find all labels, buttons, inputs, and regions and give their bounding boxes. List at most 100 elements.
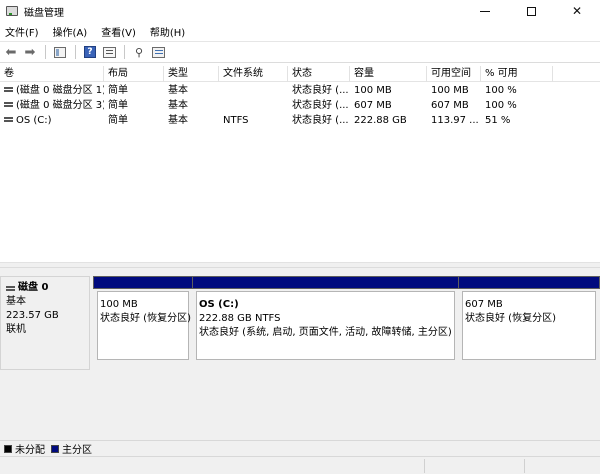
layout-cell: 简单 (108, 85, 128, 96)
primary-partition-swatch (51, 444, 59, 453)
rescan-disks-icon: ⚲ (134, 45, 144, 59)
back-button[interactable]: ⬅ (3, 44, 19, 60)
layout-cell: 简单 (108, 100, 128, 111)
disk-state: 联机 (6, 324, 26, 335)
forward-arrow-icon: ➡ (24, 44, 36, 60)
legend-unallocated: 未分配 (15, 445, 45, 456)
type-cell: 基本 (168, 85, 188, 96)
volume-icon (4, 87, 13, 92)
partition-recovery-1[interactable]: 100 MB 状态良好 (恢复分区) (93, 276, 193, 360)
partition-body: 100 MB 状态良好 (恢复分区) (97, 291, 191, 360)
maximize-button[interactable] (508, 0, 554, 22)
disk-size: 223.57 GB (6, 310, 59, 321)
partition-status: 状态良好 (系统, 启动, 页面文件, 活动, 故障转储, 主分区) (199, 327, 452, 338)
menu-bar: 文件(F) 操作(A) 查看(V) 帮助(H) (0, 23, 600, 40)
disk-icon (6, 285, 15, 291)
disk-type: 基本 (6, 296, 26, 307)
volume-name: (磁盘 0 磁盘分区 3) (16, 100, 104, 111)
partition-os-c[interactable]: OS (C:) 222.88 GB NTFS 状态良好 (系统, 启动, 页面文… (192, 276, 459, 360)
column-header-filesystem[interactable]: 文件系统 (219, 66, 288, 82)
disk-name: 磁盘 0 (18, 282, 49, 293)
volume-icon (4, 117, 13, 122)
volume-cell: (磁盘 0 磁盘分区 1) (0, 83, 104, 98)
capacity-cell: 607 MB (354, 100, 392, 111)
column-header-type[interactable]: 类型 (164, 66, 219, 82)
disk-management-icon (6, 6, 18, 16)
filesystem-cell: NTFS (223, 115, 249, 126)
properties-button[interactable] (101, 44, 117, 60)
close-button[interactable]: ✕ (554, 0, 600, 22)
filesystem-cell (219, 98, 288, 113)
primary-partition-bar (192, 276, 459, 289)
free-space-cell: 607 MB (431, 100, 469, 111)
back-arrow-icon: ⬅ (5, 44, 17, 60)
properties-icon (102, 46, 116, 58)
partition-title: OS (C:) (199, 299, 239, 310)
volume-list: 卷 布局 类型 文件系统 状态 容量 可用空间 % 可用 (磁盘 0 磁盘分区 … (0, 66, 600, 262)
volume-icon (4, 102, 13, 107)
minimize-button[interactable] (462, 0, 508, 22)
status-bar (0, 456, 600, 474)
help-button[interactable]: ? (82, 44, 98, 60)
disk-info-panel[interactable]: 磁盘 0 基本 223.57 GB 联机 (0, 276, 90, 370)
legend-primary-partition: 主分区 (62, 445, 92, 456)
list-view-button[interactable] (150, 44, 166, 60)
free-space-cell: 100 MB (431, 85, 469, 96)
status-bar-separator (524, 459, 525, 473)
maximize-icon (526, 6, 536, 16)
status-cell: 状态良好 (... (292, 85, 349, 96)
rescan-disks-button[interactable]: ⚲ (131, 44, 147, 60)
volume-name: (磁盘 0 磁盘分区 1) (16, 85, 104, 96)
partition-status: 状态良好 (恢复分区) (100, 313, 191, 324)
toolbar-separator (124, 45, 125, 59)
menu-view[interactable]: 查看(V) (101, 24, 136, 39)
close-icon: ✕ (571, 4, 583, 18)
percent-free-cell: 100 % (485, 100, 517, 111)
table-row[interactable]: (磁盘 0 磁盘分区 1) 简单 基本 状态良好 (... 100 MB 100… (0, 83, 600, 98)
column-header-volume[interactable]: 卷 (0, 66, 104, 82)
percent-free-cell: 51 % (485, 115, 511, 126)
help-icon: ? (84, 46, 96, 58)
column-header-capacity[interactable]: 容量 (350, 66, 427, 82)
table-row[interactable]: OS (C:) 简单 基本 NTFS 状态良好 (... 222.88 GB 1… (0, 113, 600, 128)
show-hide-console-tree-button[interactable] (52, 44, 68, 60)
type-cell: 基本 (168, 100, 188, 111)
primary-partition-bar (458, 276, 600, 289)
primary-partition-bar (93, 276, 193, 289)
capacity-cell: 222.88 GB (354, 115, 407, 126)
list-view-icon (151, 46, 165, 58)
column-header-layout[interactable]: 布局 (104, 66, 164, 82)
partition-body: OS (C:) 222.88 GB NTFS 状态良好 (系统, 启动, 页面文… (196, 291, 455, 360)
menu-file[interactable]: 文件(F) (5, 24, 39, 39)
window-title: 磁盘管理 (24, 7, 64, 19)
partition-status: 状态良好 (恢复分区) (465, 313, 556, 324)
show-hide-console-tree-icon (54, 46, 66, 58)
minimize-icon (480, 10, 490, 12)
disk-title-row: 磁盘 0 (6, 281, 89, 295)
layout-cell: 简单 (108, 115, 128, 126)
filesystem-cell (219, 83, 288, 98)
unallocated-swatch (4, 444, 12, 453)
forward-button[interactable]: ➡ (22, 44, 38, 60)
partition-body: 607 MB 状态良好 (恢复分区) (462, 291, 596, 360)
column-header-free-space[interactable]: 可用空间 (427, 66, 481, 82)
volume-cell: OS (C:) (0, 113, 104, 128)
type-cell: 基本 (168, 115, 188, 126)
title-bar: 磁盘管理 ✕ (0, 0, 600, 22)
table-row[interactable]: (磁盘 0 磁盘分区 3) 简单 基本 状态良好 (... 607 MB 607… (0, 98, 600, 113)
free-space-cell: 113.97 ... (431, 115, 479, 126)
partition-size: 222.88 GB NTFS (199, 313, 281, 324)
percent-free-cell: 100 % (485, 85, 517, 96)
column-header-status[interactable]: 状态 (288, 66, 350, 82)
volume-cell: (磁盘 0 磁盘分区 3) (0, 98, 104, 113)
column-header-percent-free[interactable]: % 可用 (481, 66, 553, 82)
legend: 未分配 主分区 (0, 440, 600, 456)
status-cell: 状态良好 (... (292, 100, 349, 111)
toolbar-separator (75, 45, 76, 59)
disk-graphical-view: 磁盘 0 基本 223.57 GB 联机 100 MB 状态良好 (恢复分区) … (0, 268, 600, 440)
menu-help[interactable]: 帮助(H) (150, 24, 185, 39)
menu-action[interactable]: 操作(A) (53, 24, 88, 39)
partition-size: 100 MB (100, 299, 138, 310)
partition-size: 607 MB (465, 299, 503, 310)
partition-recovery-3[interactable]: 607 MB 状态良好 (恢复分区) (458, 276, 600, 360)
